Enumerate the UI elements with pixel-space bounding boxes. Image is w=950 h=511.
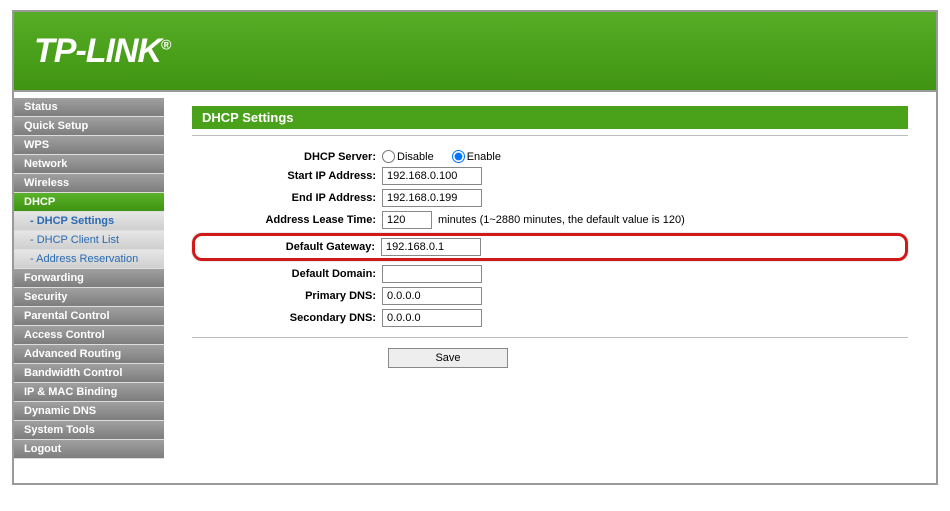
content-area: DHCP Settings DHCP Server: Disable Enabl… [164,92,936,483]
primary-dns-input[interactable] [382,287,482,305]
start-ip-input[interactable] [382,167,482,185]
lease-time-input[interactable] [382,211,432,229]
dhcp-enable-option[interactable]: Enable [452,150,501,163]
sidebar-item-access-control[interactable]: Access Control [14,326,164,345]
row-primary-dns: Primary DNS: [192,287,908,305]
app-window: TP-LINK® Status Quick Setup WPS Network … [12,10,938,485]
domain-input[interactable] [382,265,482,283]
sidebar-sub-dhcp-settings[interactable]: - DHCP Settings [14,212,164,231]
sidebar-item-system-tools[interactable]: System Tools [14,421,164,440]
label-domain: Default Domain: [192,268,382,280]
secondary-dns-input[interactable] [382,309,482,327]
row-start-ip: Start IP Address: [192,167,908,185]
sidebar: Status Quick Setup WPS Network Wireless … [14,92,164,483]
label-primary-dns: Primary DNS: [192,290,382,302]
sidebar-item-ip-mac-binding[interactable]: IP & MAC Binding [14,383,164,402]
body-area: Status Quick Setup WPS Network Wireless … [14,92,936,483]
sidebar-item-dynamic-dns[interactable]: Dynamic DNS [14,402,164,421]
sidebar-item-quick-setup[interactable]: Quick Setup [14,117,164,136]
row-default-domain: Default Domain: [192,265,908,283]
end-ip-input[interactable] [382,189,482,207]
row-end-ip: End IP Address: [192,189,908,207]
sidebar-sub-address-reservation[interactable]: - Address Reservation [14,250,164,269]
row-default-gateway-highlight: Default Gateway: [192,233,908,261]
dhcp-disable-label: Disable [397,151,434,163]
label-end-ip: End IP Address: [192,192,382,204]
row-lease-time: Address Lease Time: minutes (1~2880 minu… [192,211,908,229]
dhcp-enable-radio[interactable] [452,150,465,163]
header: TP-LINK® [14,12,936,92]
sidebar-item-status[interactable]: Status [14,98,164,117]
sidebar-item-bandwidth-control[interactable]: Bandwidth Control [14,364,164,383]
label-dhcp-server: DHCP Server: [192,151,382,163]
row-secondary-dns: Secondary DNS: [192,309,908,327]
dhcp-disable-radio[interactable] [382,150,395,163]
save-button[interactable]: Save [388,348,508,368]
gateway-input[interactable] [381,238,481,256]
sidebar-item-security[interactable]: Security [14,288,164,307]
brand-logo: TP-LINK® [34,32,170,71]
sidebar-item-advanced-routing[interactable]: Advanced Routing [14,345,164,364]
sidebar-sub-dhcp-client-list[interactable]: - DHCP Client List [14,231,164,250]
brand-text: TP-LINK [34,32,161,70]
lease-time-hint: minutes (1~2880 minutes, the default val… [438,214,685,226]
dhcp-enable-label: Enable [467,151,501,163]
dhcp-disable-option[interactable]: Disable [382,150,434,163]
label-start-ip: Start IP Address: [192,170,382,182]
sidebar-item-wps[interactable]: WPS [14,136,164,155]
save-row: Save [192,348,908,368]
divider-bottom [192,337,908,338]
dhcp-form: DHCP Server: Disable Enable Start IP Ad [192,150,908,327]
label-gateway: Default Gateway: [199,241,381,253]
page-title: DHCP Settings [192,106,908,129]
sidebar-item-wireless[interactable]: Wireless [14,174,164,193]
label-secondary-dns: Secondary DNS: [192,312,382,324]
label-lease-time: Address Lease Time: [192,214,382,226]
brand-reg-mark: ® [161,36,170,52]
sidebar-item-parental-control[interactable]: Parental Control [14,307,164,326]
divider [192,135,908,136]
sidebar-item-forwarding[interactable]: Forwarding [14,269,164,288]
row-dhcp-server: DHCP Server: Disable Enable [192,150,908,163]
sidebar-item-logout[interactable]: Logout [14,440,164,459]
sidebar-item-dhcp[interactable]: DHCP [14,193,164,212]
sidebar-item-network[interactable]: Network [14,155,164,174]
